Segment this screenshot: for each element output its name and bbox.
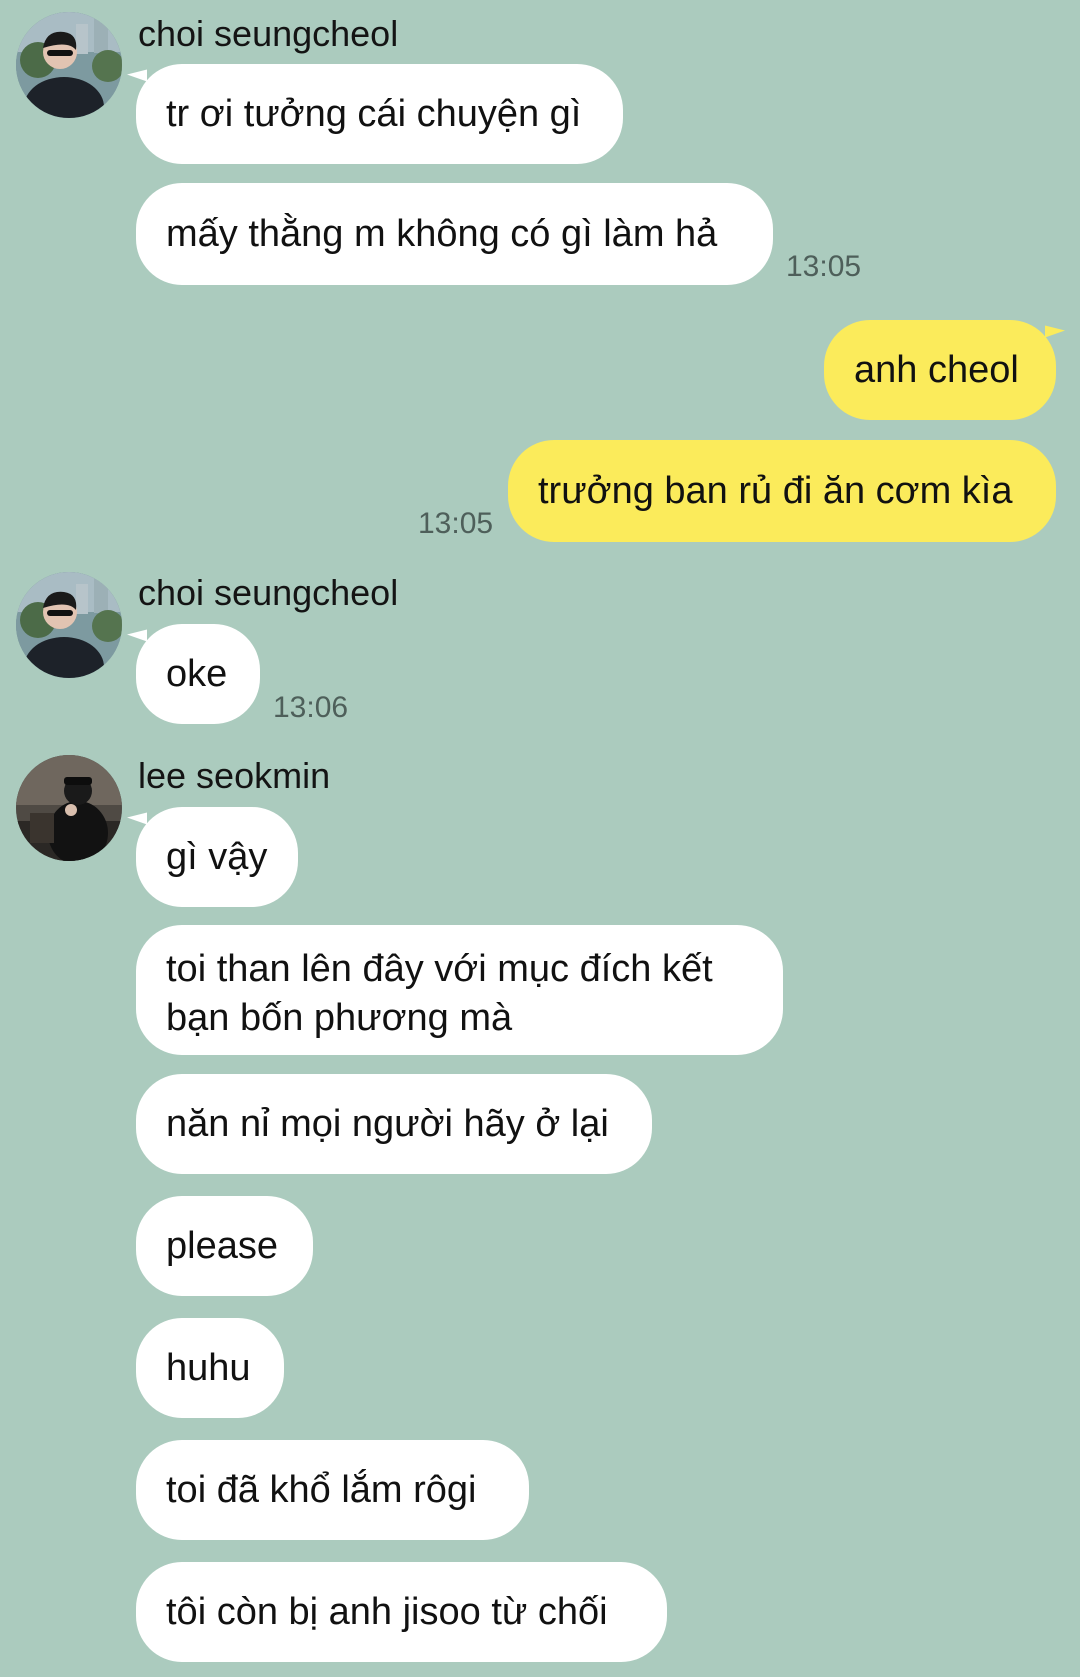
- avatar-lee-seokmin[interactable]: [16, 755, 122, 861]
- message-bubble[interactable]: tôi còn bị anh jisoo từ chối: [136, 1562, 667, 1662]
- message-timestamp: 13:05: [418, 507, 494, 540]
- message-timestamp: 13:05: [786, 250, 862, 283]
- message-bubble[interactable]: mấy thằng m không có gì làm hả: [136, 183, 773, 285]
- sender-name: lee seokmin: [138, 755, 331, 796]
- sender-name: choi seungcheol: [138, 13, 399, 54]
- message-bubble[interactable]: gì vậy: [136, 807, 298, 907]
- message-bubble-outgoing[interactable]: anh cheol: [824, 320, 1056, 420]
- user-avatar-icon: [16, 755, 122, 861]
- message-bubble[interactable]: toi than lên đây với mục đích kết bạn bố…: [136, 925, 783, 1055]
- message-bubble[interactable]: tr ơi tưởng cái chuyện gì: [136, 64, 623, 164]
- avatar-choi-seungcheol[interactable]: [16, 572, 122, 678]
- message-bubble[interactable]: please: [136, 1196, 313, 1296]
- sender-name: choi seungcheol: [138, 572, 399, 613]
- user-avatar-icon: [16, 572, 122, 678]
- message-bubble[interactable]: huhu: [136, 1318, 284, 1418]
- message-bubble[interactable]: năn nỉ mọi người hãy ở lại: [136, 1074, 652, 1174]
- message-timestamp: 13:06: [273, 691, 349, 724]
- message-bubble[interactable]: oke: [136, 624, 260, 724]
- avatar-choi-seungcheol[interactable]: [16, 12, 122, 118]
- message-bubble[interactable]: toi đã khổ lắm rôgi: [136, 1440, 529, 1540]
- message-bubble-outgoing[interactable]: trưởng ban rủ đi ăn cơm kìa: [508, 440, 1056, 542]
- user-avatar-icon: [16, 12, 122, 118]
